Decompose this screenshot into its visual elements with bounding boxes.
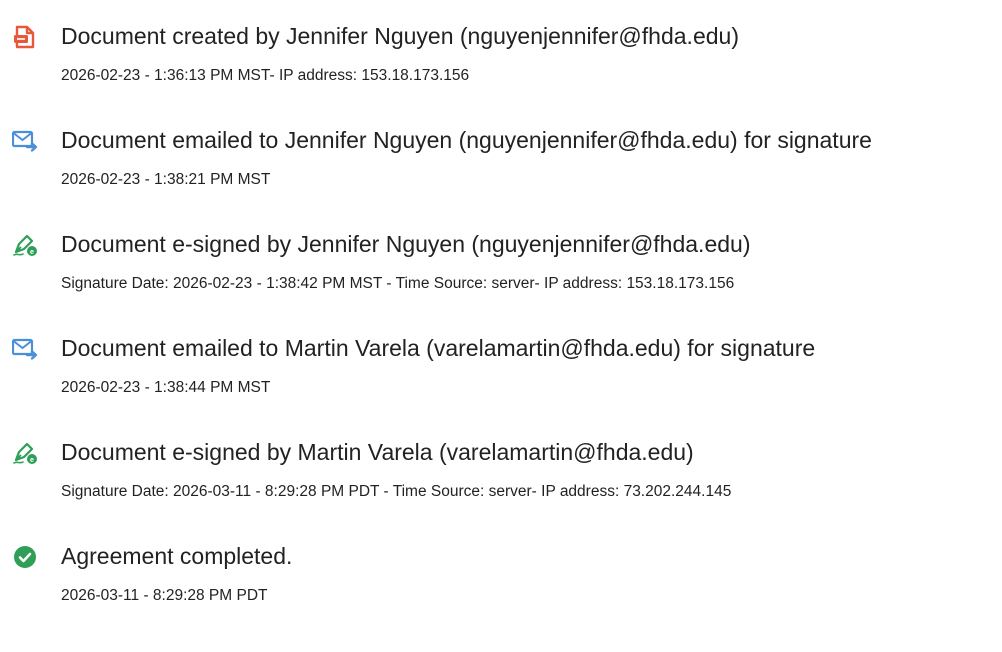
svg-text:e: e: [30, 249, 34, 256]
event-title: Agreement completed.: [61, 543, 293, 569]
email-sent-icon: [12, 128, 38, 154]
event-document-created: Document created by Jennifer Nguyen (ngu…: [0, 23, 1002, 114]
event-title: Document emailed to Jennifer Nguyen (ngu…: [61, 127, 872, 153]
event-document-esigned: e Document e-signed by Jennifer Nguyen (…: [0, 231, 1002, 322]
event-document-emailed: Document emailed to Jennifer Nguyen (ngu…: [0, 127, 1002, 218]
event-detail: Signature Date: 2026-02-23 - 1:38:42 PM …: [61, 275, 735, 292]
event-detail: 2026-02-23 - 1:38:44 PM MST: [61, 379, 271, 396]
svg-text:e: e: [30, 457, 34, 464]
completed-check-icon: [12, 544, 38, 570]
document-created-icon: [12, 24, 38, 50]
email-sent-icon: [12, 336, 38, 362]
event-detail: 2026-02-23 - 1:38:21 PM MST: [61, 171, 271, 188]
event-agreement-completed: Agreement completed. 2026-03-11 - 8:29:2…: [0, 543, 1002, 634]
event-title: Document e-signed by Martin Varela (vare…: [61, 439, 694, 465]
esign-pen-icon: e: [12, 232, 38, 258]
event-title: Document emailed to Martin Varela (varel…: [61, 335, 816, 361]
event-document-emailed: Document emailed to Martin Varela (varel…: [0, 335, 1002, 426]
event-document-esigned: e Document e-signed by Martin Varela (va…: [0, 439, 1002, 530]
event-title: Document created by Jennifer Nguyen (ngu…: [61, 23, 739, 49]
event-detail: Signature Date: 2026-03-11 - 8:29:28 PM …: [61, 483, 732, 500]
esign-pen-icon: e: [12, 440, 38, 466]
event-title: Document e-signed by Jennifer Nguyen (ng…: [61, 231, 751, 257]
event-detail: 2026-02-23 - 1:36:13 PM MST- IP address:…: [61, 67, 470, 84]
event-detail: 2026-03-11 - 8:29:28 PM PDT: [61, 587, 268, 604]
